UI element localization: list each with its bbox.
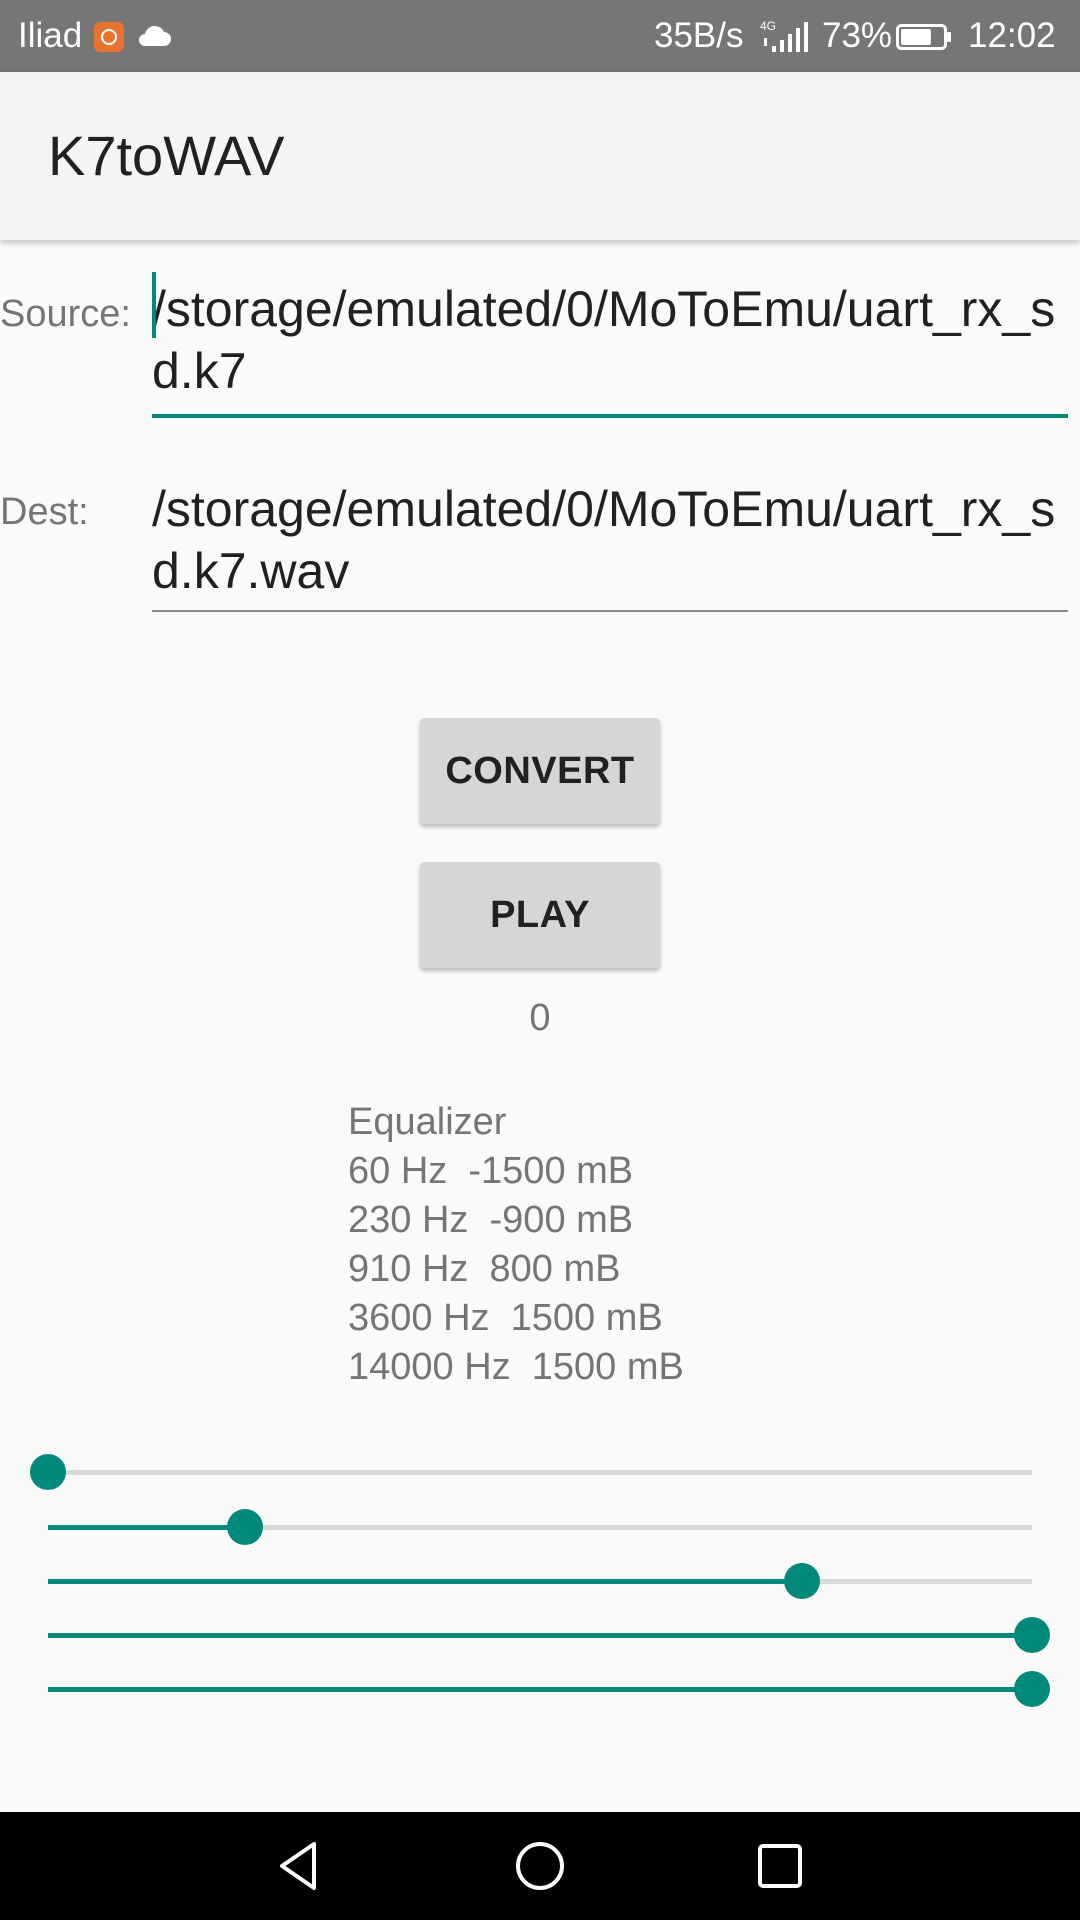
eq-band-text-3600hz: 3600 Hz 1500 mB <box>348 1297 663 1339</box>
eq-slider-14000hz[interactable] <box>48 1669 1050 1709</box>
4g-signal-icon: 4G <box>760 19 808 52</box>
progress-counter: 0 <box>529 997 551 1039</box>
equalizer-title: Equalizer <box>348 1101 507 1143</box>
source-path-input[interactable]: /storage/emulated/0/MoToEmu/uart_rx_sd.k… <box>152 278 1068 418</box>
dest-path-input[interactable]: /storage/emulated/0/MoToEmu/uart_rx_sd.k… <box>152 478 1068 612</box>
slider-thumb[interactable] <box>1014 1617 1050 1653</box>
slider-fill <box>48 1525 245 1530</box>
dest-label: Dest: <box>0 491 89 533</box>
text-cursor <box>152 272 156 338</box>
eq-slider-230hz[interactable] <box>48 1507 1032 1547</box>
home-icon[interactable] <box>508 1834 572 1898</box>
eq-band-text-910hz: 910 Hz 800 mB <box>348 1248 621 1290</box>
network-speed: 35B/s <box>654 16 744 55</box>
slider-thumb[interactable] <box>226 1509 263 1545</box>
eq-slider-910hz[interactable] <box>48 1561 1032 1601</box>
battery-icon <box>896 24 951 50</box>
source-label: Source: <box>0 293 131 335</box>
eq-band-text-230hz: 230 Hz -900 mB <box>348 1199 634 1241</box>
recents-icon[interactable] <box>748 1834 812 1898</box>
eq-slider-60hz[interactable] <box>30 1452 1032 1492</box>
slider-fill <box>48 1633 1032 1638</box>
slider-thumb[interactable] <box>1014 1671 1050 1707</box>
clock: 12:02 <box>968 16 1056 55</box>
slider-thumb[interactable] <box>784 1563 821 1599</box>
battery-percent: 73% <box>822 16 893 55</box>
play-button[interactable]: PLAY <box>420 862 660 968</box>
cloud-icon <box>139 25 171 46</box>
carrier-name: Iliad <box>18 16 83 55</box>
slider-fill <box>48 1687 1032 1692</box>
convert-button[interactable]: CONVERT <box>420 718 660 824</box>
svg-text:4G: 4G <box>760 19 776 33</box>
app-title: K7toWAV <box>48 124 285 187</box>
equalizer-info: Equalizer 60 Hz -1500 mB 230 Hz -900 mB 910… <box>348 1098 684 1392</box>
eq-band-text-14000hz: 14000 Hz 1500 mB <box>348 1346 684 1388</box>
eq-band-text-60hz: 60 Hz -1500 mB <box>348 1150 634 1192</box>
slider-fill <box>48 1579 803 1584</box>
slider-thumb[interactable] <box>30 1454 66 1490</box>
back-icon[interactable] <box>268 1834 332 1898</box>
status-bar: Iliad 35B/s 4G 73% 12:02 <box>0 0 1080 72</box>
eq-slider-3600hz[interactable] <box>48 1615 1050 1655</box>
app-bar: K7toWAV <box>0 72 1080 240</box>
slider-track <box>48 1470 1032 1475</box>
mi-app-icon <box>94 22 124 52</box>
navigation-bar <box>0 1812 1080 1920</box>
